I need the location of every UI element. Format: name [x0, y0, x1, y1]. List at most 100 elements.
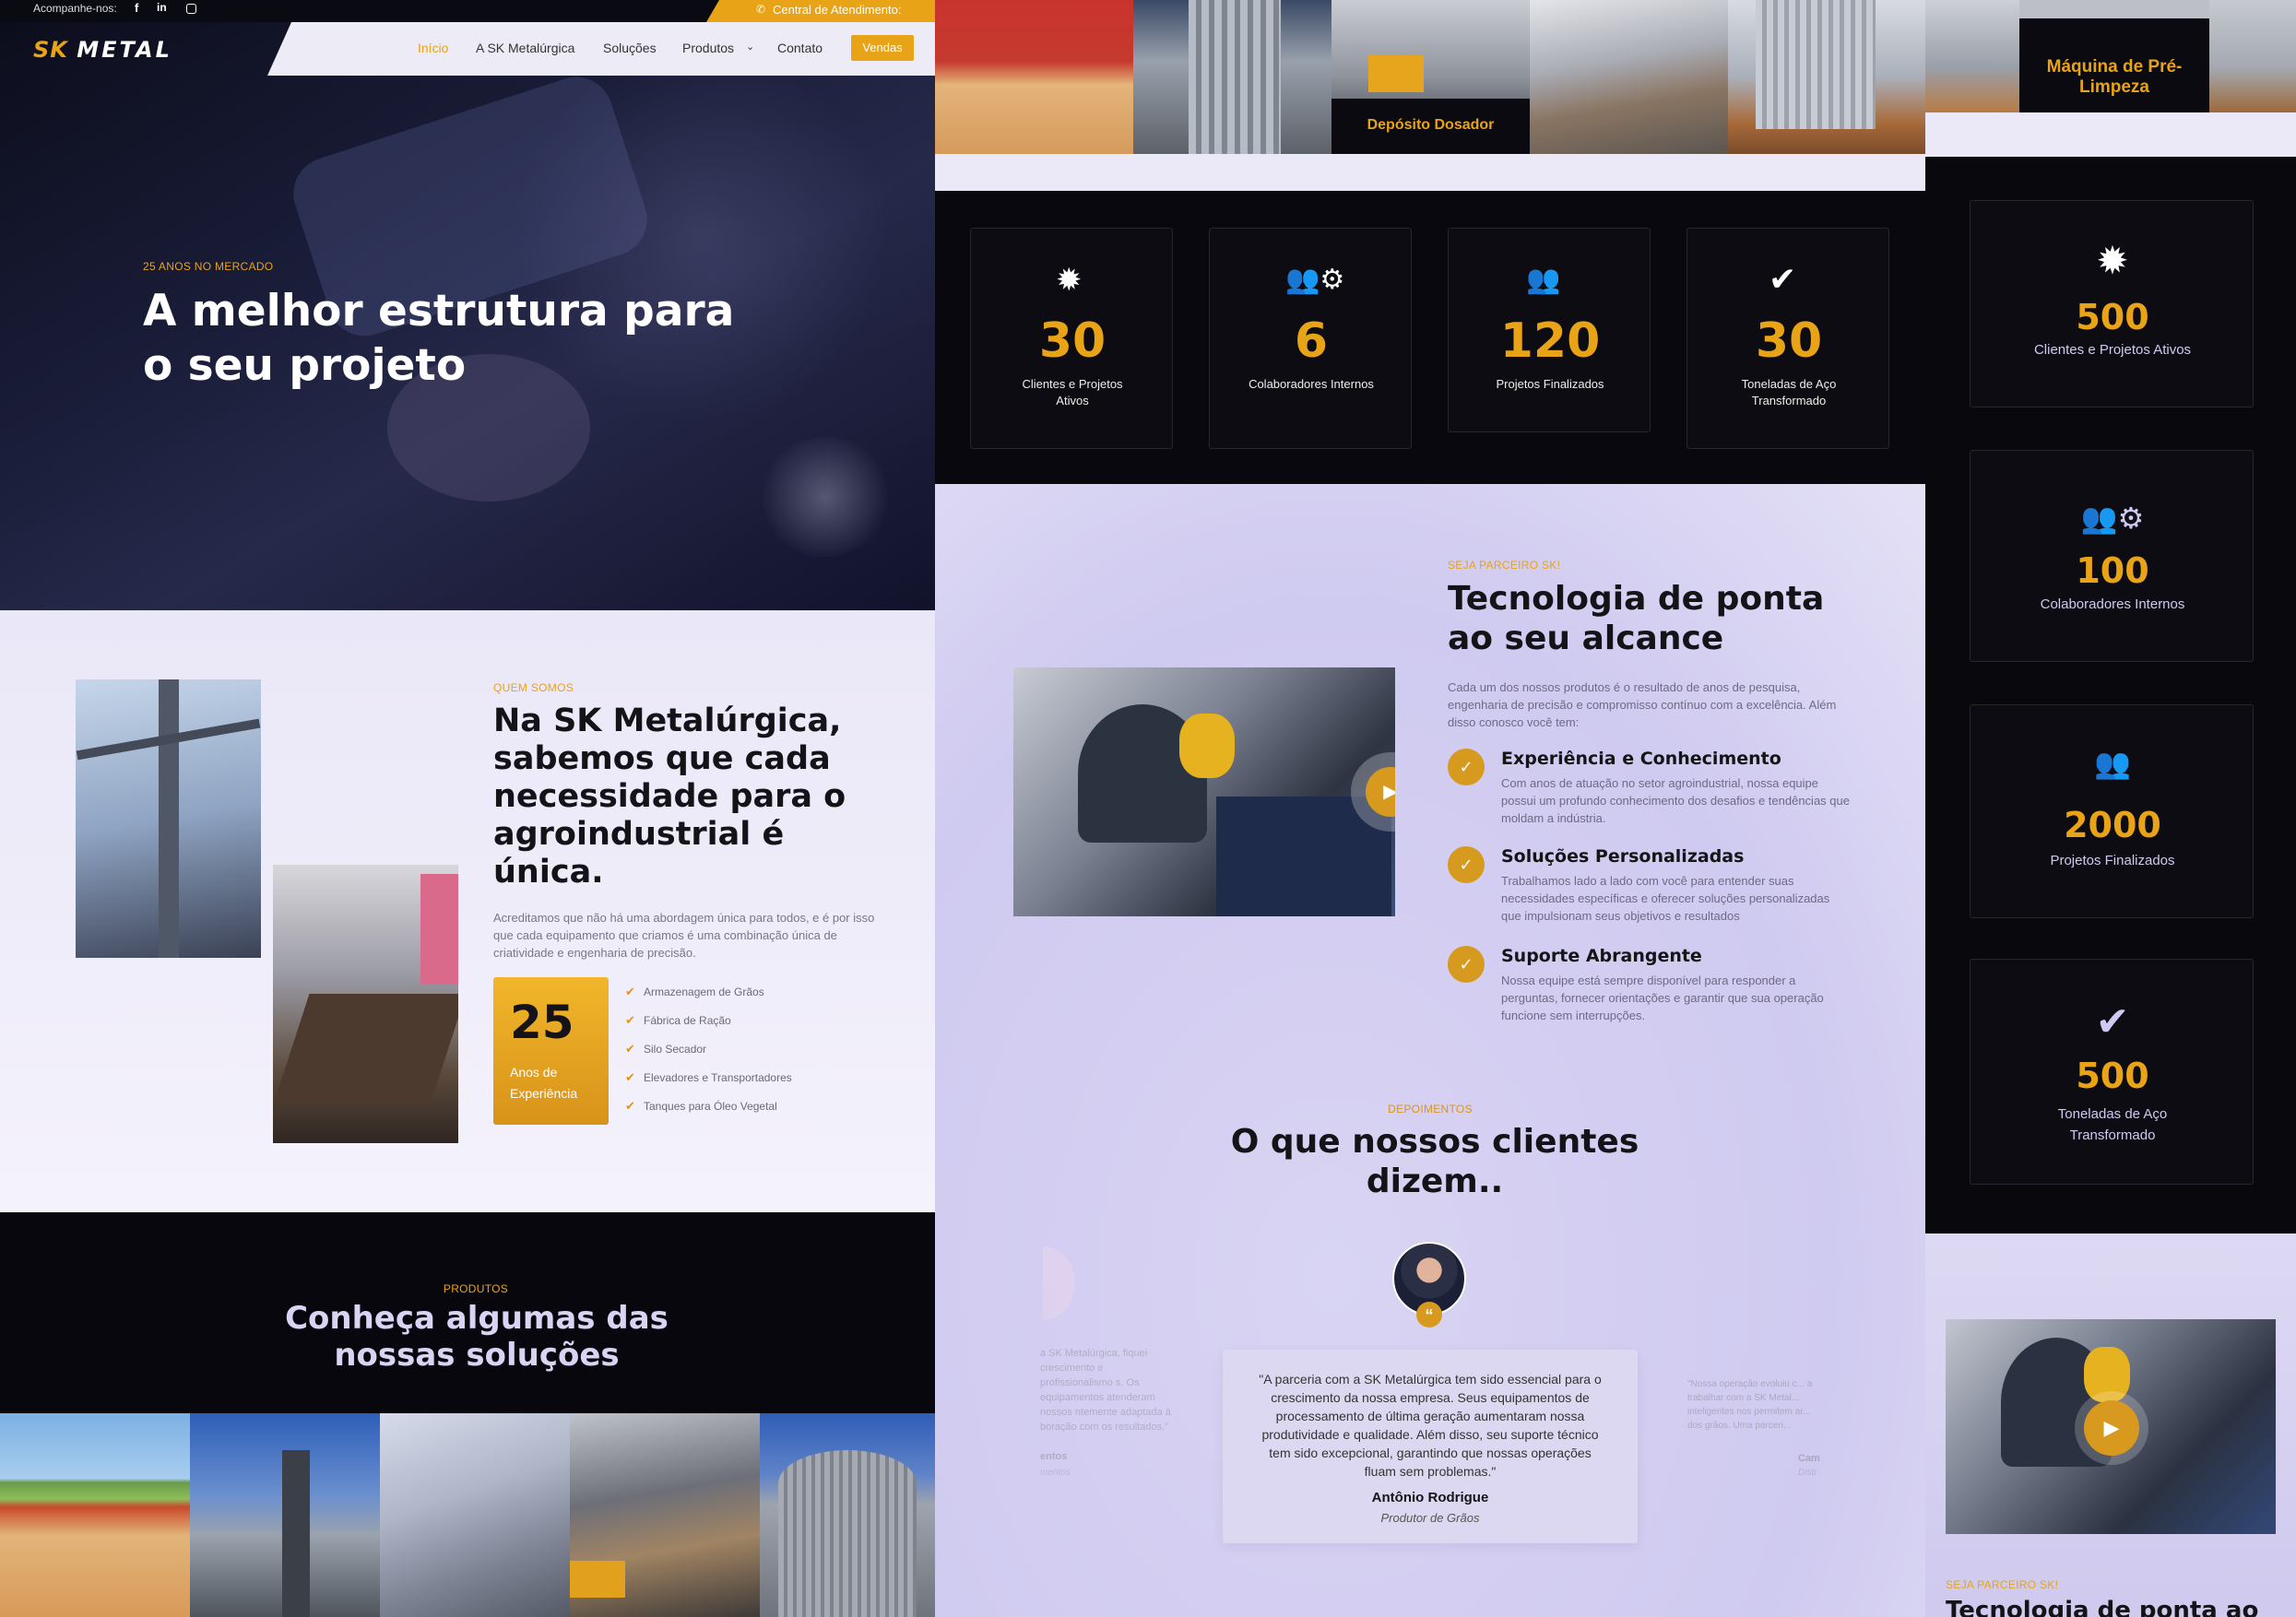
hero-kicker: 25 ANOS NO MERCADO [143, 260, 274, 273]
stat-card: ✹ 30 Clientes e Projetos Ativos [970, 228, 1173, 449]
support-bar[interactable]: ✆ Central de Atendimento: [706, 0, 935, 22]
hero-title: A melhor estrutura para o seu projeto [143, 286, 735, 391]
about-title: Na SK Metalúrgica, sabemos que cada nece… [493, 702, 846, 891]
mobile-partner-title: Tecnologia de ponta ao [1946, 1597, 2259, 1617]
gallery-bottom-strip [935, 154, 1925, 191]
check-icon: ✔ [625, 1042, 635, 1056]
testimonial-card: "A parceria com a SK Metalúrgica tem sid… [1223, 1350, 1638, 1543]
stat-label: Colaboradores Internos [1249, 377, 1374, 391]
instagram-icon[interactable] [186, 4, 196, 14]
top-bar: Acompanhe-nos: f in ✆ Central de Atendim… [0, 0, 935, 22]
testimonial-left-ghost: a SK Metalúrgica, fiquei crescimento e p… [992, 1246, 1177, 1512]
nav-solucoes[interactable]: Soluções [603, 41, 657, 55]
check-icon: ✔ [625, 1013, 635, 1027]
stat-label: Clientes e Projetos Ativos [1022, 377, 1123, 407]
phone-icon: ✆ [756, 3, 766, 16]
mobile-stat-card: ✔ 500 Toneladas de Aço Transformado [1970, 959, 2254, 1185]
support-label: Central de Atendimento: [773, 3, 902, 17]
experience-label: Anos de Experiência [510, 1065, 578, 1101]
mobile-stat-card: 👥⚙ 100 Colaboradores Internos [1970, 450, 2254, 662]
follow-label: Acompanhe-nos: [33, 2, 117, 15]
grain-conveyor-photo [273, 865, 458, 1143]
gallery-doser[interactable]: Depósito Dosador [1331, 0, 1530, 154]
double-check-icon: ✔ [2095, 999, 2130, 1045]
check-icon: ✔ [625, 1070, 635, 1084]
gallery-grain-chute[interactable] [1530, 0, 1728, 154]
users-icon: 👥 [2094, 747, 2131, 780]
stat-number: 500 [2076, 297, 2149, 337]
testimonials-title: O que nossos clientes dizem.. [1230, 1123, 1639, 1200]
gallery-silo-interior[interactable] [1728, 0, 1925, 154]
nav-produtos[interactable]: Produtos [682, 41, 734, 55]
testimonial-name: Antônio Rodrigue [1371, 1490, 1489, 1505]
main-nav: Início A SK Metalúrgica Soluções Produto… [267, 22, 935, 76]
check-icon: ✔ [625, 1099, 635, 1113]
logo-sk: SK [33, 37, 68, 63]
gallery-grain-truck[interactable] [935, 0, 1133, 154]
product-photo-grain-truck[interactable] [0, 1413, 190, 1617]
partner-title: Tecnologia de ponta ao seu alcance [1448, 580, 1825, 657]
mobile-partner-kicker: SEJA PARCEIRO SK! [1946, 1578, 2059, 1591]
mobile-gallery-silo-2[interactable] [2209, 0, 2296, 112]
video-thumbnail[interactable]: ▶ [1013, 667, 1395, 916]
badge-icon: ✹ [2096, 239, 2129, 282]
mobile-stat-card: 👥 2000 Projetos Finalizados [1970, 704, 2254, 918]
product-photo-silo-plant[interactable] [190, 1413, 380, 1617]
stat-number: 100 [2076, 550, 2149, 591]
testimonial-role: Produtor de Grãos [1380, 1511, 1480, 1525]
stat-number: 30 [1755, 313, 1823, 369]
badge-icon: ✹ [1056, 263, 1083, 298]
product-photo-grain-hopper[interactable] [570, 1413, 760, 1617]
list-item: ✔ Armazenagem de Grãos [625, 985, 764, 998]
testimonial-right-ghost: "Nossa operação evoluiu c... a trabalhar… [1687, 1379, 1820, 1478]
chevron-down-icon: ⌄ [746, 41, 755, 53]
mobile-gallery-silo[interactable] [1925, 0, 2019, 112]
cleaner-caption: Máquina de Pré-Limpeza [2046, 57, 2183, 97]
product-photo-silo-tower[interactable] [380, 1413, 570, 1617]
quote-icon: “ [1416, 1302, 1442, 1328]
partner-kicker: SEJA PARCEIRO SK! [1448, 559, 1561, 572]
logo-metal: METAL [77, 37, 172, 63]
stats-section: ✹ 30 Clientes e Projetos Ativos 👥⚙ 6 Col… [935, 191, 1925, 484]
feature-custom: ✓ Soluções Personalizadas Trabalhamos la… [1448, 846, 1872, 929]
left-avatar [1011, 1246, 1075, 1320]
mobile-gallery-cleaner[interactable]: Máquina de Pré-Limpeza [2019, 0, 2209, 112]
partner-text: Cada um dos nossos produtos é o resultad… [1448, 680, 1837, 729]
facebook-icon[interactable]: f [135, 1, 138, 15]
list-item: ✔ Fábrica de Ração [625, 1013, 731, 1027]
list-item: ✔ Elevadores e Transportadores [625, 1070, 792, 1084]
testimonials-kicker: DEPOIMENTOS [1388, 1103, 1473, 1115]
mobile-video-thumbnail[interactable]: ▶ [1946, 1319, 2276, 1534]
stat-number: 2000 [2064, 805, 2161, 845]
nav-inicio[interactable]: Início [418, 41, 448, 55]
stat-label: Projetos Finalizados [2050, 853, 2175, 868]
team-gear-icon: 👥⚙ [2080, 502, 2145, 535]
stat-label: Toneladas de Aço Transformado [1741, 377, 1837, 407]
mobile-gallery-strip [1925, 112, 2296, 157]
desktop-column-stats: Depósito Dosador ✹ 30 Clientes e Projeto… [935, 0, 1925, 1617]
logo[interactable]: SK METAL [33, 37, 172, 63]
nav-vendas-button[interactable]: Vendas [851, 35, 914, 61]
product-photo-silo[interactable] [760, 1413, 935, 1617]
stat-number: 30 [1038, 313, 1107, 369]
linkedin-icon[interactable]: in [157, 1, 167, 14]
stat-number: 120 [1499, 313, 1601, 369]
stat-number: 6 [1294, 313, 1329, 369]
stat-card: ✔ 30 Toneladas de Aço Transformado [1686, 228, 1889, 449]
check-circle-icon: ✓ [1448, 946, 1485, 983]
testimonial-quote: "A parceria com a SK Metalúrgica tem sid… [1259, 1372, 1602, 1479]
products-title: Conheça algumas das nossas soluções [285, 1300, 669, 1374]
feature-experience: ✓ Experiência e Conhecimento Com anos de… [1448, 749, 1872, 832]
mobile-column: Máquina de Pré-Limpeza ✹ 500 Clientes e … [1925, 0, 2296, 1617]
gallery-silo-plant[interactable] [1133, 0, 1331, 154]
nav-contato[interactable]: Contato [777, 41, 823, 55]
doser-caption-box: Depósito Dosador [1331, 99, 1530, 154]
desktop-column-home: Acompanhe-nos: f in ✆ Central de Atendim… [0, 0, 935, 1617]
nav-sk-metalurgica[interactable]: A SK Metalúrgica [476, 41, 574, 55]
stat-label: Toneladas de Aço Transformado [2057, 1106, 2168, 1143]
play-icon[interactable]: ▶ [2084, 1400, 2139, 1456]
products-kicker: PRODUTOS [443, 1282, 509, 1295]
mobile-stat-card: ✹ 500 Clientes e Projetos Ativos [1970, 200, 2254, 407]
users-icon: 👥 [1526, 265, 1561, 295]
check-circle-icon: ✓ [1448, 846, 1485, 883]
